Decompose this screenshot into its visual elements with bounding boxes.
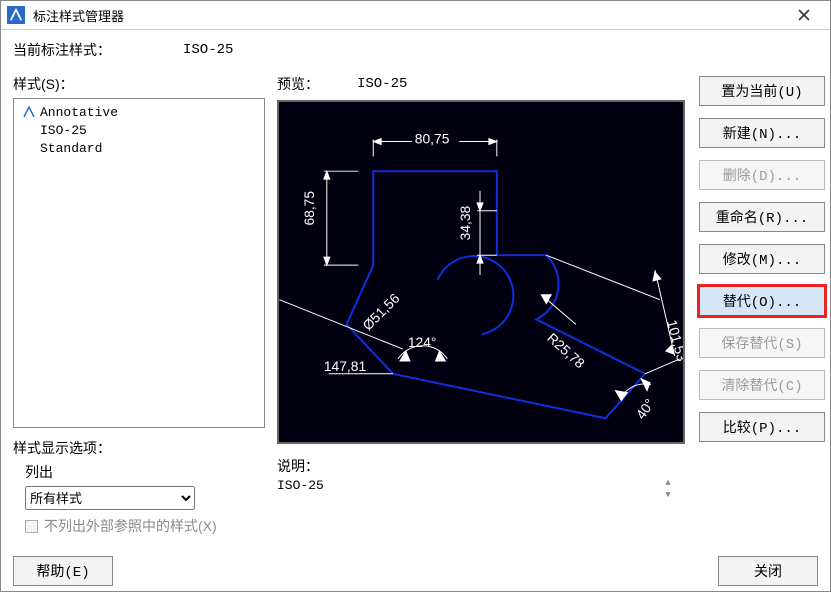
preview-style-name: ISO-25 <box>357 76 407 92</box>
style-item-label: Annotative <box>40 105 118 120</box>
style-item-standard[interactable]: Standard <box>20 139 258 157</box>
clear-override-button: 清除替代(C) <box>699 370 825 400</box>
center-column: 预览： ISO-25 <box>277 74 687 536</box>
dim-40: 40° <box>632 396 657 422</box>
style-item-iso25[interactable]: ISO-25 <box>20 121 258 139</box>
dim-147-81: 147,81 <box>324 358 367 374</box>
no-xref-checkbox-label: 不列出外部参照中的样式(X) <box>44 516 217 536</box>
dim-r: R25,78 <box>544 330 588 372</box>
display-options: 样式显示选项： 列出 所有样式 不列出外部参照中的样式(X) <box>13 438 265 536</box>
delete-button: 删除(D)... <box>699 160 825 190</box>
preview-label: 预览： <box>277 74 357 94</box>
dialog-footer: 帮助(E) 关闭 <box>1 548 830 598</box>
no-xref-checkbox-row[interactable]: 不列出外部参照中的样式(X) <box>25 516 265 536</box>
checkbox-icon <box>25 520 38 533</box>
help-button[interactable]: 帮助(E) <box>13 556 113 586</box>
main-grid: 样式(S)： Annotative ISO-25 Standar <box>13 74 818 536</box>
dim-124: 124° <box>408 334 437 350</box>
dim-80-75: 80,75 <box>415 131 450 147</box>
modify-button[interactable]: 修改(M)... <box>699 244 825 274</box>
dialog-window: 标注样式管理器 当前标注样式： ISO-25 样式(S)： Annotative <box>0 0 831 592</box>
dim-dia: Ø51,56 <box>359 290 403 334</box>
description-scroll: ▲ ▼ <box>661 478 677 500</box>
annotative-icon <box>22 106 36 118</box>
current-style-label: 当前标注样式： <box>13 40 183 60</box>
style-item-label: ISO-25 <box>40 123 87 138</box>
new-button[interactable]: 新建(N)... <box>699 118 825 148</box>
dim-68-75: 68,75 <box>301 191 317 226</box>
description-block: 说明： ISO-25 ▲ ▼ <box>277 456 687 500</box>
current-style-value: ISO-25 <box>183 42 233 58</box>
rename-button[interactable]: 重命名(R)... <box>699 202 825 232</box>
close-dialog-button[interactable]: 关闭 <box>718 556 818 586</box>
current-style-row: 当前标注样式： ISO-25 <box>13 40 818 60</box>
close-icon <box>798 9 810 21</box>
description-value: ISO-25 <box>277 478 324 493</box>
close-button[interactable] <box>784 1 824 29</box>
dimension-preview-svg: 80,75 68,75 34,38 101,53 147,81 Ø51,56 R… <box>279 102 683 442</box>
set-current-button[interactable]: 置为当前(U) <box>699 76 825 106</box>
override-button[interactable]: 替代(O)... <box>699 286 825 316</box>
list-label: 列出 <box>25 462 265 482</box>
description-label: 说明： <box>277 456 687 476</box>
list-filter-select[interactable]: 所有样式 <box>25 486 195 510</box>
window-title: 标注样式管理器 <box>33 6 784 25</box>
scroll-down-icon[interactable]: ▼ <box>661 490 675 500</box>
dim-101-53: 101,53 <box>664 318 683 363</box>
style-item-label: Standard <box>40 141 102 156</box>
styles-label: 样式(S)： <box>13 74 265 94</box>
description-box: ISO-25 ▲ ▼ <box>277 478 687 500</box>
preview-label-row: 预览： ISO-25 <box>277 74 687 94</box>
save-override-button: 保存替代(S) <box>699 328 825 358</box>
preview-canvas: 80,75 68,75 34,38 101,53 147,81 Ø51,56 R… <box>277 100 685 444</box>
compare-button[interactable]: 比较(P)... <box>699 412 825 442</box>
styles-listbox[interactable]: Annotative ISO-25 Standard <box>13 98 265 428</box>
app-icon <box>7 6 25 24</box>
scroll-up-icon[interactable]: ▲ <box>661 478 675 488</box>
style-item-annotative[interactable]: Annotative <box>20 103 258 121</box>
display-options-label: 样式显示选项： <box>13 438 265 458</box>
right-buttons: 置为当前(U) 新建(N)... 删除(D)... 重命名(R)... 修改(M… <box>699 74 829 536</box>
dim-34-38: 34,38 <box>457 205 473 240</box>
dialog-body: 当前标注样式： ISO-25 样式(S)： Annotative ISO-25 <box>1 30 830 548</box>
left-column: 样式(S)： Annotative ISO-25 Standar <box>13 74 265 536</box>
titlebar: 标注样式管理器 <box>1 1 830 30</box>
